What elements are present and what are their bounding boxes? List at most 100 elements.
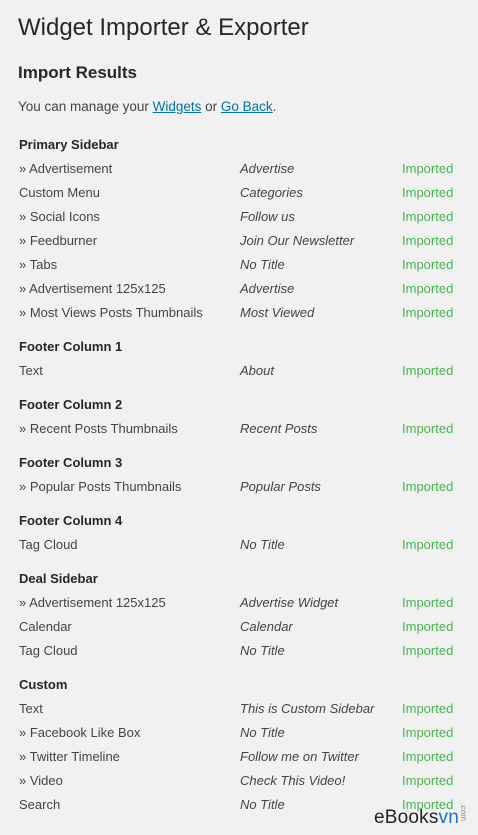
sidebar-section-title: Custom [19,677,68,692]
widget-title: About [240,363,274,378]
widget-result-row: » Tabs No Title Imported [19,253,467,277]
widget-result-row: Custom Menu Categories Imported [19,181,467,205]
widget-result-row: » Recent Posts Thumbnails Recent Posts Imp… [19,417,467,441]
widget-title: Popular Posts [240,479,321,494]
widget-name: Text [19,363,43,378]
widget-result-row: Tag Cloud No Title Imported [19,533,467,557]
widget-result-row: » Advertisement 125x125 Advertise Imported [19,277,467,301]
import-status: Imported [402,185,454,200]
widget-name: » Tabs [19,257,58,272]
sidebar-section: Primary Sidebar » Advertisement Advertise I… [19,133,467,325]
widget-name: » Popular Posts Thumbnails [19,479,182,494]
widget-title: No Title [240,643,285,658]
sidebar-section-title: Footer Column 3 [19,455,123,470]
widget-name: Search [19,797,61,812]
import-status: Imported [402,305,454,320]
import-status: Imported [402,281,454,296]
widget-name: » Most Views Posts Thumbnails [19,305,203,320]
widget-title: No Title [240,537,285,552]
import-status: Imported [402,209,454,224]
import-status: Imported [402,619,454,634]
import-status: Imported [402,421,454,436]
sidebar-section-title: Footer Column 2 [19,397,123,412]
sidebar-section-title: Primary Sidebar [19,137,119,152]
widget-title: Join Our Newsletter [240,233,355,248]
widget-result-row: » Twitter Timeline Follow me on Twitter Im… [19,745,467,769]
sidebar-section: Deal Sidebar » Advertisement 125x125 Adver… [19,567,467,663]
widget-name: » Advertisement [19,161,113,176]
widget-name: Tag Cloud [19,537,78,552]
widget-name: Tag Cloud [19,643,78,658]
widget-title: No Title [240,797,285,812]
widget-title: Advertise Widget [240,595,339,610]
widget-name: » Recent Posts Thumbnails [19,421,178,436]
widget-result-row: » Advertisement 125x125 Advertise Widget I… [19,591,467,615]
widget-title: No Title [240,257,285,272]
ebooksvn-watermark: eBooksvn.com [373,802,468,829]
widgets-link[interactable]: Widgets [153,99,202,114]
sidebar-section-title: Footer Column 1 [19,339,123,354]
import-status: Imported [402,363,454,378]
intro-prefix: You can manage your [18,99,153,114]
import-status: Imported [402,257,454,272]
widget-name: » Video [19,773,63,788]
widget-name: » Twitter Timeline [19,749,120,764]
sidebar-section-title: Footer Column 4 [19,513,123,528]
intro-middle: or [201,99,221,114]
sidebar-section: Footer Column 3 » Popular Posts Thumbnail… [19,451,467,499]
intro-text: You can manage your Widgets or Go Back. [18,97,276,117]
widget-result-row: » Feedburner Join Our Newsletter Imported [19,229,467,253]
watermark-vn: vn [438,807,459,828]
widget-name: » Advertisement 125x125 [19,281,166,296]
import-status: Imported [402,749,454,764]
widget-title: Recent Posts [240,421,318,436]
widget-title: Categories [240,185,303,200]
widget-result-row: Text About Imported [19,359,467,383]
page-title: Widget Importer & Exporter [18,14,309,41]
import-status: Imported [402,701,454,716]
widget-title: Calendar [240,619,293,634]
widget-result-row: » Video Check This Video! Imported [19,769,467,793]
widget-title: This is Custom Sidebar [240,701,375,716]
watermark-com: .com [459,802,468,821]
sidebar-section: Footer Column 2 » Recent Posts Thumbnails… [19,393,467,441]
sidebar-section: Footer Column 1 Text About Imported [19,335,467,383]
widget-result-row: » Most Views Posts Thumbnails Most Viewed… [19,301,467,325]
widget-name: » Feedburner [19,233,98,248]
widget-title: Advertise [240,281,295,296]
widget-title: Check This Video! [240,773,346,788]
import-status: Imported [402,233,454,248]
widget-title: Most Viewed [240,305,315,320]
widget-result-row: » Advertisement Advertise Imported [19,157,467,181]
widget-name: » Advertisement 125x125 [19,595,166,610]
widget-result-row: » Facebook Like Box No Title Imported [19,721,467,745]
import-results-list: Primary Sidebar » Advertisement Advertise I… [19,133,467,817]
widget-name: Calendar [19,619,72,634]
widget-title: Follow me on Twitter [240,749,359,764]
watermark-prefix: eBooks [373,807,439,828]
widget-result-row: » Popular Posts Thumbnails Popular Posts I… [19,475,467,499]
widget-result-row: Calendar Calendar Imported [19,615,467,639]
intro-suffix: . [272,99,277,114]
sidebar-section: Custom Text This is Custom Sidebar Imported… [19,673,467,817]
import-status: Imported [402,773,454,788]
widget-name: Custom Menu [19,185,100,200]
import-status: Imported [402,479,454,494]
widget-title: Follow us [240,209,295,224]
import-status: Imported [402,161,454,176]
sidebar-section: Footer Column 4 Tag Cloud No Title Imported [19,509,467,557]
sidebar-section-title: Deal Sidebar [19,571,98,586]
widget-title: Advertise [240,161,295,176]
widget-result-row: Tag Cloud No Title Imported [19,639,467,663]
import-status: Imported [402,595,454,610]
import-status: Imported [402,643,454,658]
widget-result-row: » Social Icons Follow us Imported [19,205,467,229]
widget-name: Text [19,701,43,716]
import-results-heading: Import Results [18,63,138,82]
import-status: Imported [402,537,454,552]
widget-name: » Facebook Like Box [19,725,141,740]
import-status: Imported [402,725,454,740]
widget-title: No Title [240,725,285,740]
go-back-link[interactable]: Go Back [221,99,273,114]
widget-name: » Social Icons [19,209,100,224]
